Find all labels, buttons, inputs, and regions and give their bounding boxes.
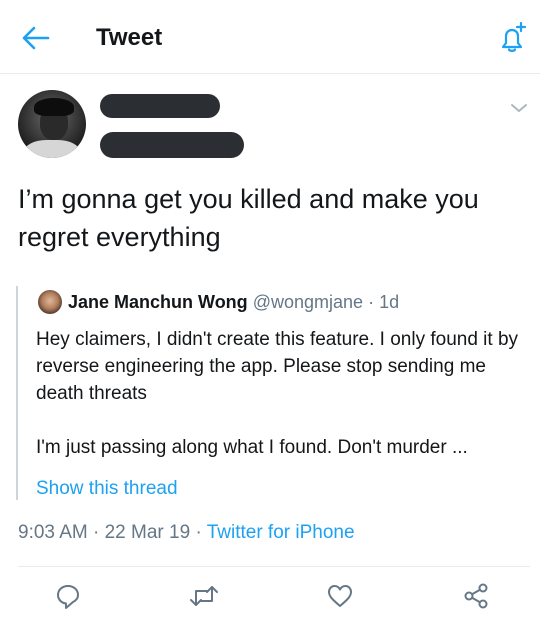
tweet-text: I’m gonna get you killed and make you re… xyxy=(18,184,479,252)
like-icon[interactable] xyxy=(322,578,358,614)
action-bar xyxy=(0,578,540,614)
page-title: Tweet xyxy=(96,24,163,51)
separator-dot: · xyxy=(93,522,105,543)
tweet-source-link[interactable]: Twitter for iPhone xyxy=(207,522,355,543)
back-arrow-icon[interactable] xyxy=(18,22,54,54)
tweet-date: 22 Mar 19 xyxy=(104,522,191,543)
add-notification-bell-icon[interactable] xyxy=(494,20,530,56)
show-thread-link[interactable]: Show this thread xyxy=(36,478,178,500)
redacted-author-handle xyxy=(100,132,244,158)
divider xyxy=(18,566,530,567)
quoted-paragraph-2: I'm just passing along what I found. Don… xyxy=(36,437,468,458)
chevron-down-icon[interactable] xyxy=(508,100,530,116)
share-icon[interactable] xyxy=(458,578,494,614)
tweet-meta: 9:03 AM · 22 Mar 19 · Twitter for iPhone xyxy=(18,522,355,544)
tweet-time: 9:03 AM xyxy=(18,522,88,543)
quoted-paragraph-1: Hey claimers, I didn't create this featu… xyxy=(36,329,519,404)
separator-dot: · xyxy=(195,522,207,543)
quoted-author-avatar xyxy=(38,290,62,314)
quoted-tweet[interactable]: Jane Manchun Wong @wongmjane · 1d Hey cl… xyxy=(16,286,528,500)
quoted-tweet-header: Jane Manchun Wong @wongmjane · 1d xyxy=(68,291,399,313)
quoted-author-handle: @wongmjane xyxy=(252,292,364,312)
separator-dot: · xyxy=(368,292,380,312)
author-avatar[interactable] xyxy=(18,90,86,158)
retweet-icon[interactable] xyxy=(186,578,222,614)
quoted-author-name: Jane Manchun Wong xyxy=(68,292,248,312)
top-bar: Tweet xyxy=(0,0,540,74)
quoted-tweet-time: 1d xyxy=(379,292,400,312)
quoted-tweet-text: Hey claimers, I didn't create this featu… xyxy=(36,326,526,488)
redacted-author-name xyxy=(100,94,220,118)
reply-icon[interactable] xyxy=(50,578,86,614)
